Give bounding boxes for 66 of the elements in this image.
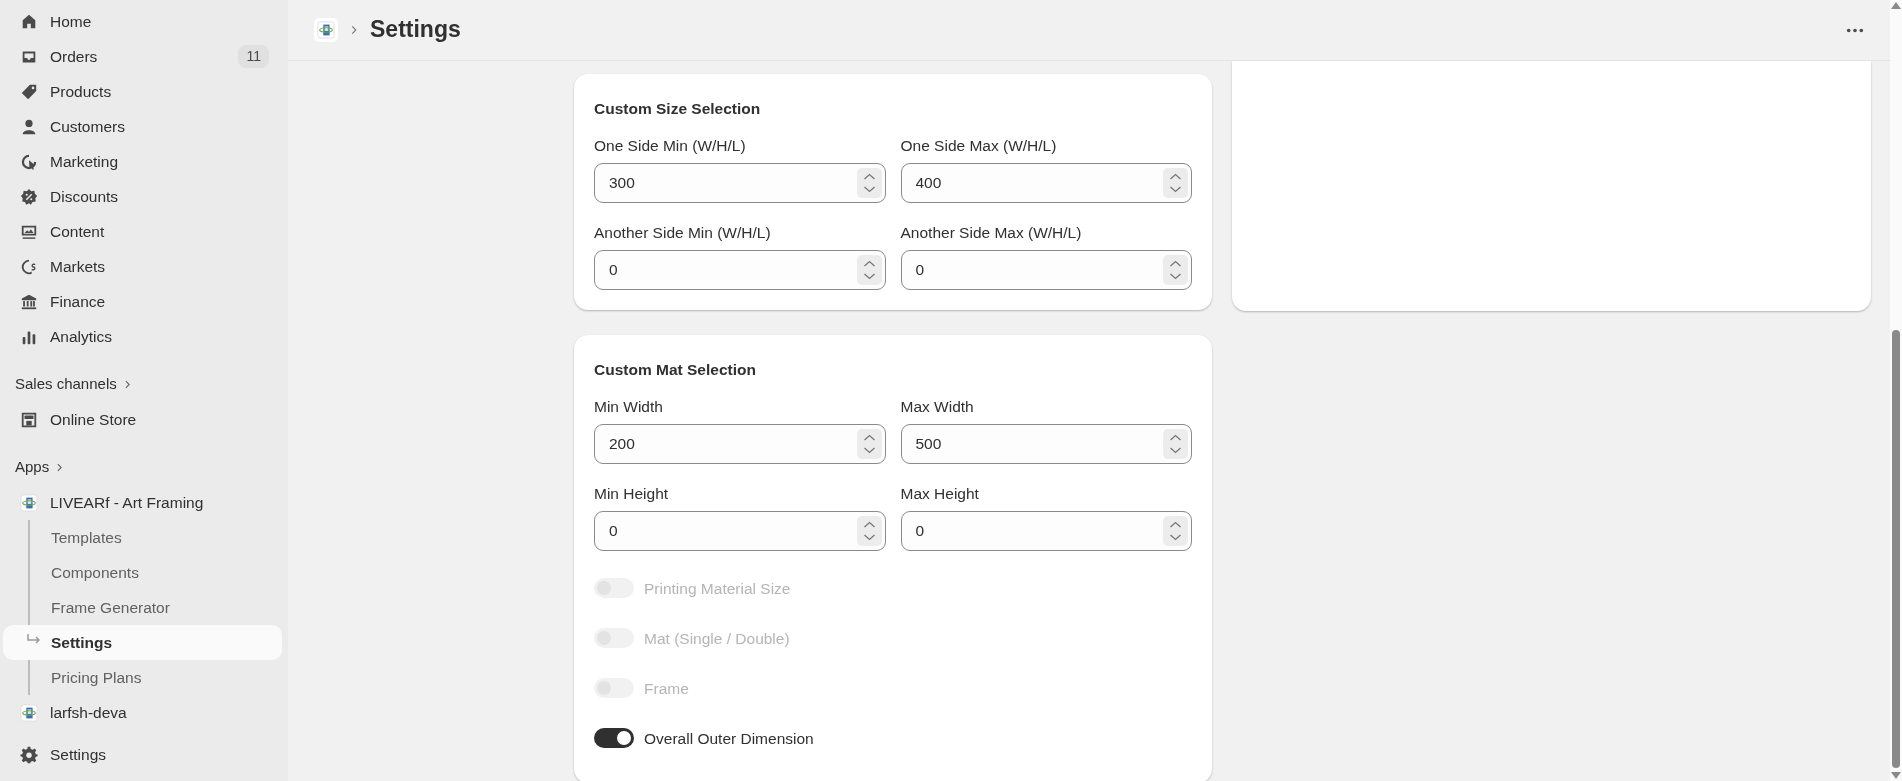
person-icon: [20, 117, 38, 136]
nav-item[interactable]: Markets: [5, 249, 283, 284]
field-label: Min Height: [594, 483, 670, 504]
app-subitem[interactable]: Pricing Plans: [3, 660, 282, 695]
house-icon: [20, 12, 38, 31]
nav-item[interactable]: Orders 11: [5, 39, 283, 74]
number-field[interactable]: 400: [900, 162, 1192, 203]
number-field[interactable]: 500: [900, 423, 1192, 464]
app-icon: [20, 703, 38, 722]
toggle-label: Mat (Single / Double): [644, 628, 790, 649]
scrollbar[interactable]: [1890, 0, 1902, 781]
spinner-icon: [1163, 167, 1188, 198]
nav-item[interactable]: Products: [5, 74, 283, 109]
order-count: 11: [238, 45, 269, 68]
spinner-icon: [856, 255, 882, 286]
field-label: Max Height: [900, 483, 980, 504]
nav-item[interactable]: Analytics: [5, 319, 283, 354]
spinner-icon: [1163, 428, 1188, 459]
arrow-icon: [27, 634, 40, 644]
spinner-icon: [856, 516, 882, 547]
section-heading[interactable]: Apps: [0, 449, 288, 485]
card-title: Custom Mat Selection: [594, 361, 757, 380]
app-item[interactable]: larfsh-deva: [5, 695, 283, 728]
nav-item[interactable]: Marketing: [5, 144, 283, 179]
nav-item[interactable]: Discounts: [5, 179, 283, 214]
store-icon: [20, 410, 38, 429]
field-label: Min Width: [594, 396, 664, 417]
nav-item[interactable]: Home: [5, 4, 283, 39]
nav-item[interactable]: Content: [5, 214, 283, 249]
nav-item[interactable]: Finance: [5, 284, 283, 319]
globe-icon: [20, 257, 38, 276]
number-field[interactable]: 300: [594, 162, 886, 203]
nav-item[interactable]: Customers: [5, 109, 283, 144]
bank-icon: [20, 292, 38, 311]
toggle-label: Overall Outer Dimension: [644, 728, 814, 749]
toggle-label: Printing Material Size: [644, 578, 791, 599]
number-field[interactable]: 0: [594, 511, 886, 552]
settings-icon: [20, 745, 38, 764]
tag-icon: [20, 82, 38, 101]
app-subitem[interactable]: Templates: [3, 520, 282, 555]
app-subitem[interactable]: Components: [3, 555, 282, 590]
field-label: Another Side Min (W/H/L): [594, 222, 772, 243]
number-field[interactable]: 0: [594, 250, 886, 291]
target-icon: [20, 152, 38, 171]
field-label: One Side Min (W/H/L): [594, 135, 747, 156]
spinner-icon: [1163, 516, 1188, 547]
spinner-icon: [1163, 255, 1188, 286]
app-icon: [317, 21, 335, 39]
nav-item[interactable]: Settings: [5, 737, 120, 772]
number-field[interactable]: 0: [900, 511, 1192, 552]
toggle-label: Frame: [644, 678, 689, 699]
app-subitem[interactable]: Settings: [3, 625, 282, 660]
field-label: Another Side Max (W/H/L): [900, 222, 1083, 243]
toggle-switch[interactable]: [594, 728, 634, 749]
nav-item[interactable]: Online Store: [5, 402, 283, 437]
section-heading[interactable]: Sales channels: [0, 366, 288, 402]
field-label: One Side Max (W/H/L): [900, 135, 1058, 156]
number-field[interactable]: 200: [594, 423, 886, 464]
app-icon: [20, 493, 38, 512]
page-title: Settings: [370, 16, 461, 44]
percent-badge-icon: [20, 187, 38, 206]
card-title: Custom Size Selection: [594, 100, 762, 119]
field-label: Max Width: [900, 396, 975, 417]
number-field[interactable]: 0: [900, 250, 1192, 291]
app-subitem[interactable]: Frame Generator: [3, 590, 282, 625]
app-item[interactable]: LIVEARf - Art Framing: [5, 485, 283, 520]
